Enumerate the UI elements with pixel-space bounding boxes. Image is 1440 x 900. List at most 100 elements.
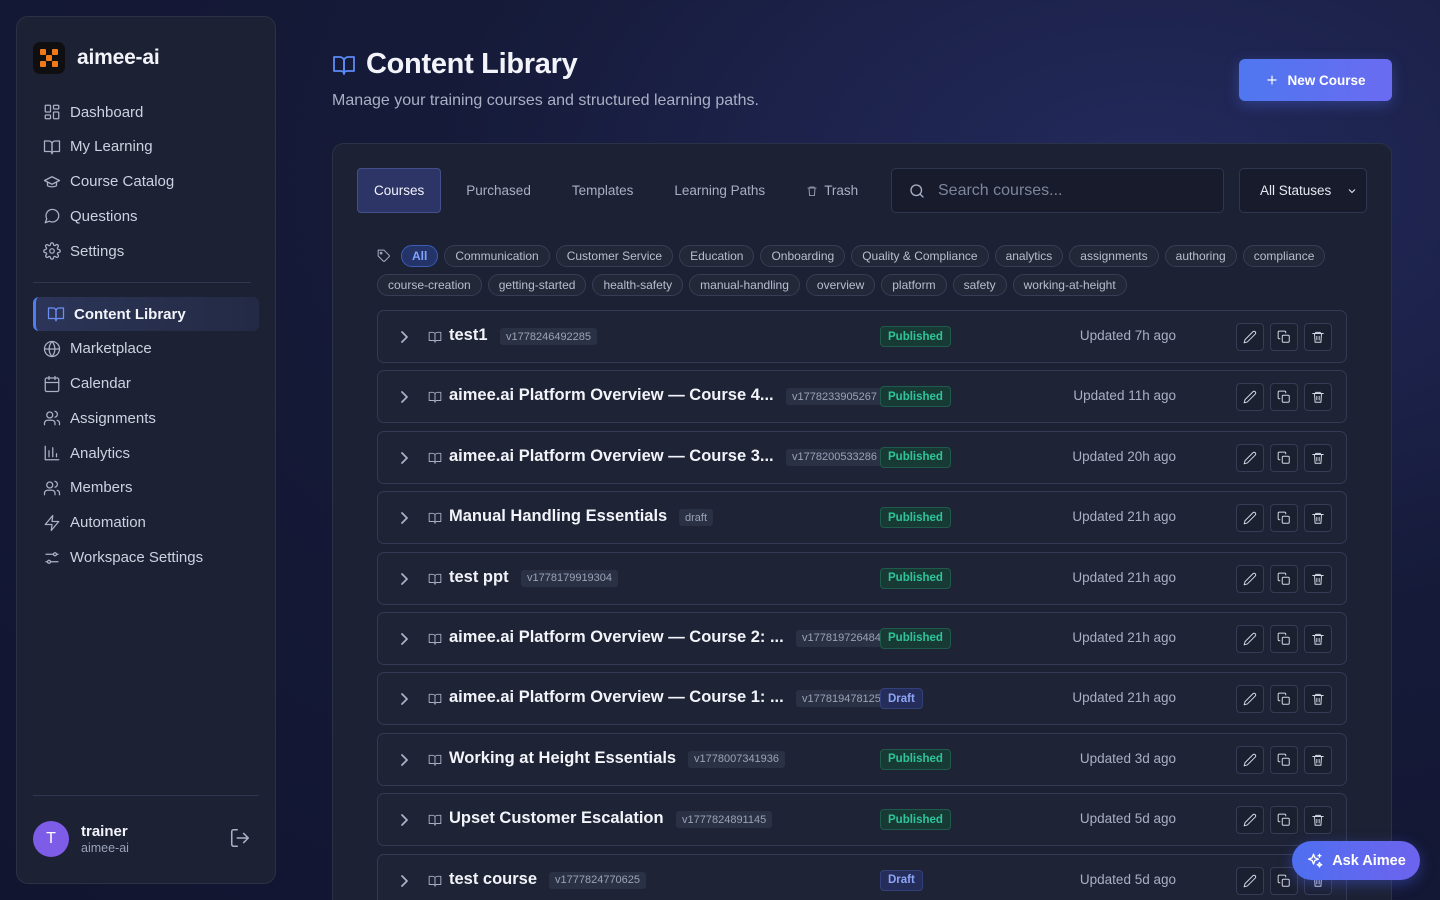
sidebar-item-marketplace[interactable]: Marketplace: [33, 332, 259, 366]
sidebar-item-analytics[interactable]: Analytics: [33, 436, 259, 470]
duplicate-button[interactable]: [1270, 866, 1298, 895]
course-row[interactable]: Upset Customer Escalation v1777824891145 P…: [377, 793, 1347, 847]
sidebar-item-my-learning[interactable]: My Learning: [33, 130, 259, 164]
edit-button[interactable]: [1236, 383, 1264, 412]
chevron-right-icon[interactable]: [399, 874, 411, 888]
tab-learning-paths[interactable]: Learning Paths: [658, 168, 781, 213]
tag-chip[interactable]: Communication: [444, 245, 550, 267]
tag-chip[interactable]: Quality & Compliance: [851, 245, 989, 267]
logout-button[interactable]: [229, 827, 251, 849]
course-row[interactable]: aimee.ai Platform Overview — Course 3...…: [377, 430, 1347, 484]
duplicate-button[interactable]: [1270, 443, 1298, 472]
chevron-right-icon[interactable]: [399, 451, 411, 465]
delete-button[interactable]: [1304, 745, 1332, 774]
edit-button[interactable]: [1236, 564, 1264, 593]
tag-chip[interactable]: Customer Service: [555, 245, 674, 267]
tag-chip[interactable]: course-creation: [377, 274, 482, 296]
sidebar-item-automation[interactable]: Automation: [33, 506, 259, 540]
course-title[interactable]: test ppt: [449, 568, 509, 587]
tag-chip[interactable]: getting-started: [487, 274, 587, 296]
tab-templates[interactable]: Templates: [556, 168, 650, 213]
tag-chip[interactable]: Education: [679, 245, 755, 267]
chevron-right-icon[interactable]: [399, 390, 411, 404]
duplicate-button[interactable]: [1270, 745, 1298, 774]
sidebar-item-content-library[interactable]: Content Library: [33, 297, 259, 331]
course-title[interactable]: aimee.ai Platform Overview — Course 4...: [449, 386, 774, 405]
search-input[interactable]: [938, 181, 1198, 200]
sidebar-item-calendar[interactable]: Calendar: [33, 367, 259, 401]
sidebar-item-members[interactable]: Members: [33, 471, 259, 505]
chevron-right-icon[interactable]: [399, 330, 411, 344]
tag-chip[interactable]: overview: [805, 274, 876, 296]
sidebar-item-dashboard[interactable]: Dashboard: [33, 95, 259, 129]
chevron-right-icon[interactable]: [399, 813, 411, 827]
course-title[interactable]: Working at Height Essentials: [449, 749, 676, 768]
tag-chip[interactable]: health-safety: [592, 274, 684, 296]
edit-button[interactable]: [1236, 504, 1264, 533]
chevron-right-icon[interactable]: [399, 692, 411, 706]
course-row[interactable]: Manual Handling Essentials draft Published…: [377, 491, 1347, 545]
duplicate-button[interactable]: [1270, 383, 1298, 412]
course-title[interactable]: aimee.ai Platform Overview — Course 3...: [449, 447, 774, 466]
chevron-right-icon[interactable]: [399, 753, 411, 767]
sidebar-item-settings[interactable]: Settings: [33, 234, 259, 268]
tag-chip[interactable]: All: [401, 245, 439, 267]
delete-button[interactable]: [1304, 564, 1332, 593]
edit-button[interactable]: [1236, 624, 1264, 653]
course-title[interactable]: test1: [449, 326, 488, 345]
duplicate-button[interactable]: [1270, 685, 1298, 714]
delete-button[interactable]: [1304, 624, 1332, 653]
delete-button[interactable]: [1304, 443, 1332, 472]
course-row[interactable]: test1 v1778246492285 Published Updated 7h a…: [377, 310, 1347, 363]
delete-button[interactable]: [1304, 383, 1332, 412]
chevron-right-icon[interactable]: [399, 572, 411, 586]
sidebar-item-workspace-settings[interactable]: Workspace Settings: [33, 541, 259, 575]
course-row[interactable]: aimee.ai Platform Overview — Course 1: .…: [377, 672, 1347, 726]
chevron-right-icon[interactable]: [399, 632, 411, 646]
brand[interactable]: aimee-ai: [33, 42, 160, 74]
edit-button[interactable]: [1236, 866, 1264, 895]
course-row[interactable]: test ppt v1778179919304 Published Updated 2…: [377, 551, 1347, 605]
sidebar-item-questions[interactable]: Questions: [33, 199, 259, 233]
duplicate-button[interactable]: [1270, 504, 1298, 533]
tag-chip[interactable]: authoring: [1164, 245, 1237, 267]
tag-chip[interactable]: compliance: [1242, 245, 1326, 267]
tab-courses[interactable]: Courses: [357, 168, 442, 213]
edit-button[interactable]: [1236, 443, 1264, 472]
duplicate-button[interactable]: [1270, 806, 1298, 835]
duplicate-button[interactable]: [1270, 624, 1298, 653]
course-title[interactable]: Upset Customer Escalation: [449, 809, 664, 828]
course-row[interactable]: aimee.ai Platform Overview — Course 2: .…: [377, 611, 1347, 665]
edit-button[interactable]: [1236, 685, 1264, 714]
new-course-button[interactable]: New Course: [1239, 59, 1392, 101]
delete-button[interactable]: [1304, 806, 1332, 835]
tag-chip[interactable]: manual-handling: [689, 274, 800, 296]
sidebar-item-course-catalog[interactable]: Course Catalog: [33, 165, 259, 199]
tab-trash[interactable]: Trash: [790, 168, 874, 213]
edit-button[interactable]: [1236, 323, 1264, 351]
duplicate-button[interactable]: [1270, 564, 1298, 593]
course-row[interactable]: Working at Height Essentials v17780073419…: [377, 732, 1347, 786]
tag-chip[interactable]: analytics: [994, 245, 1064, 267]
course-title[interactable]: aimee.ai Platform Overview — Course 1: .…: [449, 688, 784, 707]
tab-purchased[interactable]: Purchased: [450, 168, 547, 213]
edit-button[interactable]: [1236, 745, 1264, 774]
course-row[interactable]: test course v1777824770625 Draft Updated 5d…: [377, 853, 1347, 900]
course-title[interactable]: test course: [449, 870, 537, 889]
tag-chip[interactable]: platform: [881, 274, 947, 296]
edit-button[interactable]: [1236, 806, 1264, 835]
delete-button[interactable]: [1304, 323, 1332, 351]
course-row[interactable]: aimee.ai Platform Overview — Course 4...…: [377, 370, 1347, 424]
status-filter-select[interactable]: All Statuses: [1239, 168, 1367, 213]
tag-chip[interactable]: Onboarding: [760, 245, 846, 267]
course-title[interactable]: aimee.ai Platform Overview — Course 2: .…: [449, 628, 784, 647]
duplicate-button[interactable]: [1270, 323, 1298, 351]
tag-chip[interactable]: safety: [952, 274, 1007, 296]
user-profile[interactable]: T trainer aimee-ai: [33, 821, 259, 857]
delete-button[interactable]: [1304, 504, 1332, 533]
ask-aimee-button[interactable]: Ask Aimee: [1292, 841, 1420, 880]
chevron-right-icon[interactable]: [399, 511, 411, 525]
tag-chip[interactable]: working-at-height: [1012, 274, 1127, 296]
tag-chip[interactable]: assignments: [1069, 245, 1159, 267]
sidebar-item-assignments[interactable]: Assignments: [33, 401, 259, 435]
